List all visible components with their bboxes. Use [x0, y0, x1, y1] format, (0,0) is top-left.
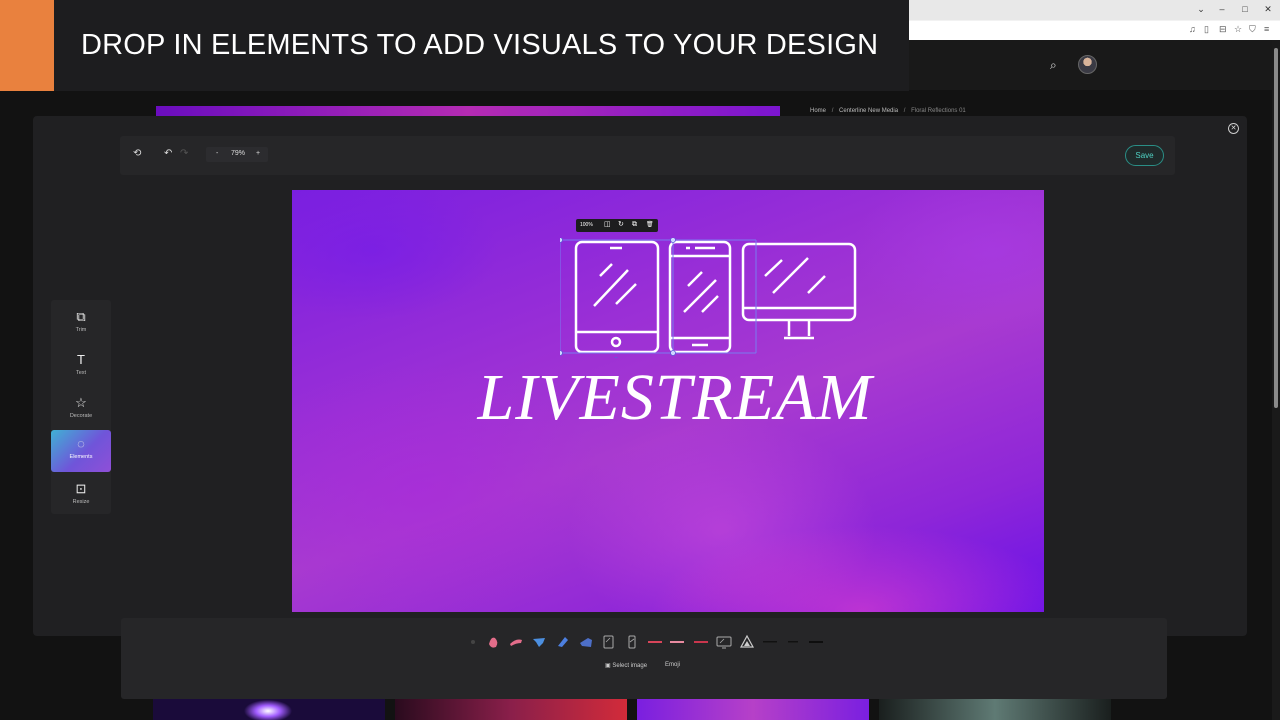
sidebar-item-label: Trim [75, 327, 87, 333]
chevron-down-icon[interactable]: ⌄ [1190, 4, 1212, 15]
element-thumbnail-brush-pink[interactable] [508, 634, 524, 650]
sidebar-item-text[interactable]: T Text [51, 346, 111, 388]
bookmark-star-icon[interactable]: ☆ [1234, 24, 1242, 35]
breadcrumb: Home / Centerline New Media / Floral Ref… [810, 108, 970, 114]
maximize-icon[interactable]: □ [1234, 4, 1256, 14]
sidebar-icon[interactable]: ▯ [1204, 24, 1209, 35]
element-thumbnail-blob-pink[interactable] [485, 634, 501, 650]
phone-icon [668, 240, 732, 354]
element-thumbnail-brush-dot[interactable] [465, 634, 481, 650]
banner-accent [0, 0, 54, 91]
emoji-button[interactable]: Emoji [665, 662, 680, 668]
sidebar-item-label: Elements [69, 454, 93, 460]
gallery-thumbnail[interactable] [395, 699, 627, 720]
resize-icon: ⊡ [75, 481, 87, 496]
redo-icon[interactable]: ↷ [180, 148, 188, 159]
sidebar-item-decorate[interactable]: ☆ Decorate [51, 389, 111, 431]
search-icon[interactable]: ⌕ [1050, 58, 1057, 73]
close-icon[interactable]: ✕ [1228, 123, 1239, 134]
gallery-thumbnail[interactable] [879, 699, 1111, 720]
element-thumbnail-tablet[interactable] [600, 634, 616, 650]
elements-icon: ◌ [77, 436, 85, 451]
element-thumbnail-line-dark[interactable] [762, 634, 778, 650]
sidebar-item-label: Resize [72, 499, 90, 505]
element-thumbnail-line-pink[interactable] [669, 634, 685, 650]
background-banner-image [156, 106, 780, 116]
zoom-level: 79% [231, 150, 246, 157]
music-icon[interactable]: ♫ [1189, 24, 1196, 34]
breadcrumb-separator: / [831, 108, 834, 114]
banner-title: DROP IN ELEMENTS TO ADD VISUALS TO YOUR … [81, 29, 879, 61]
minimize-icon[interactable]: – [1211, 4, 1233, 14]
browser-chrome: ⌄ – □ ✕ ♫ ▯ ⊟ ☆ ⛉ ≡ [909, 0, 1280, 40]
wallet-icon[interactable]: ⊟ [1219, 24, 1227, 35]
sidebar-item-trim[interactable]: ⧉ Trim [51, 303, 111, 345]
tutorial-banner: DROP IN ELEMENTS TO ADD VISUALS TO YOUR … [54, 0, 909, 91]
breadcrumb-centerline[interactable]: Centerline New Media [839, 108, 898, 114]
element-thumbnail-line-dark-3[interactable] [808, 634, 824, 650]
device-illustration[interactable] [560, 238, 860, 358]
element-thumbnail-brush-blue[interactable] [531, 634, 547, 650]
duplicate-icon[interactable]: ⧉ [632, 221, 637, 229]
zoom-control: - 79% + [206, 147, 268, 162]
element-thumbnail-line-dark-2[interactable] [785, 634, 801, 650]
zoom-out-button[interactable]: - [216, 150, 218, 157]
element-thumbnail-brush-blue-2[interactable] [555, 634, 571, 650]
rotate-icon[interactable]: ↻ [618, 221, 624, 229]
gallery-thumbnail[interactable] [637, 699, 869, 720]
flip-icon[interactable]: ◫ [604, 221, 611, 229]
sidebar-item-label: Decorate [69, 413, 93, 419]
editor-toolbar [120, 136, 1175, 175]
sidebar-item-resize[interactable]: ⊡ Resize [51, 475, 111, 517]
delete-icon[interactable]: 🗑 [646, 221, 654, 229]
element-thumbnail-triangle-fractal[interactable] [739, 634, 755, 650]
select-image-button[interactable]: ▣ Select image [605, 662, 647, 669]
breadcrumb-current: Floral Reflections 01 [911, 108, 966, 114]
shield-icon[interactable]: ⛉ [1249, 24, 1256, 35]
star-icon: ☆ [75, 395, 87, 410]
select-image-label: Select image [612, 663, 648, 669]
canvas-title[interactable]: LIVESTREAM [450, 360, 900, 436]
zoom-in-button[interactable]: + [256, 150, 260, 157]
element-thumbnail-phone[interactable] [624, 634, 640, 650]
sidebar-item-elements[interactable]: ◌ Elements [51, 430, 111, 472]
undo-icon[interactable]: ↶ [164, 148, 172, 159]
element-thumbnail-line-red[interactable] [647, 634, 663, 650]
scrollbar-thumb[interactable] [1274, 48, 1278, 408]
elements-panel [121, 618, 1167, 699]
element-thumbnail-brush-blue-3[interactable] [578, 634, 594, 650]
element-thumbnail-line-red-2[interactable] [693, 634, 709, 650]
monitor-icon [741, 242, 857, 340]
breadcrumb-separator: / [903, 108, 906, 114]
trim-icon: ⧉ [76, 309, 86, 324]
window-close-icon[interactable]: ✕ [1257, 4, 1279, 15]
element-toolbar: 100% ◫ ↻ ⧉ 🗑 [576, 219, 658, 232]
avatar[interactable] [1078, 55, 1097, 74]
sidebar-item-label: Text [75, 370, 87, 376]
element-thumbnail-monitor[interactable] [716, 634, 732, 650]
breadcrumb-home[interactable]: Home [810, 108, 826, 114]
reset-icon[interactable]: ⟲ [133, 148, 141, 159]
opacity-value[interactable]: 100% [580, 222, 593, 228]
save-button[interactable]: Save [1125, 145, 1164, 166]
menu-icon[interactable]: ≡ [1264, 24, 1269, 34]
tablet-icon [574, 240, 660, 354]
image-icon: ▣ [605, 663, 611, 669]
text-icon: T [77, 352, 85, 367]
gallery-thumbnail[interactable] [153, 699, 385, 720]
